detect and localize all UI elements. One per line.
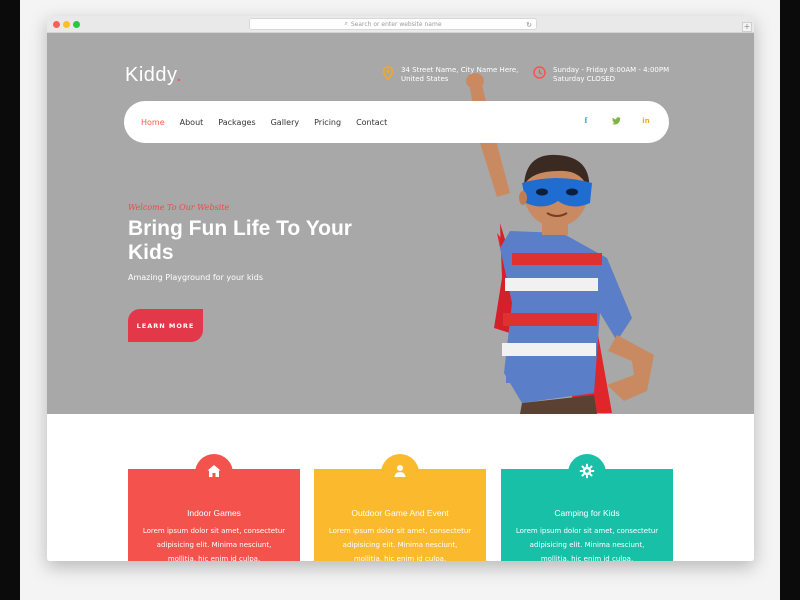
linkedin-icon[interactable]: in (641, 115, 651, 127)
new-tab-button[interactable]: + (742, 22, 752, 32)
hero-welcome-text: Welcome To Our Website (128, 203, 230, 212)
twitter-icon[interactable] (611, 115, 621, 127)
logo-dot: . (176, 64, 183, 86)
maximize-window-button[interactable] (73, 21, 80, 28)
hero-headline: Bring Fun Life To Your Kids (128, 217, 352, 264)
feature-body: Lorem ipsum dolor sit amet, consectetur … (142, 527, 286, 561)
hours-line-2: Saturday CLOSED (553, 75, 616, 83)
social-links: f in (581, 115, 651, 127)
hero-section: Kiddy. 34 Street Name, City Name Here, U… (47, 33, 754, 414)
address-info: 34 Street Name, City Name Here, United S… (382, 66, 518, 84)
map-pin-icon (382, 66, 394, 80)
address-line-2: United States (401, 75, 449, 83)
address-placeholder: Search or enter website name (350, 20, 442, 28)
facebook-icon[interactable]: f (581, 115, 591, 127)
feature-title: Outdoor Game And Event (351, 508, 449, 518)
minimize-window-button[interactable] (63, 21, 70, 28)
feature-title: Camping for Kids (554, 508, 620, 518)
hero-subline: Amazing Playground for your kids (128, 273, 263, 282)
nav-item-about[interactable]: About (180, 118, 204, 127)
address-bar[interactable]: ⌕ Search or enter website name ↻ (249, 18, 537, 30)
feature-card-outdoor-game[interactable]: Outdoor Game And Event Lorem ipsum dolor… (314, 454, 486, 561)
feature-body: Lorem ipsum dolor sit amet, consectetur … (328, 527, 472, 561)
clock-icon (533, 66, 546, 79)
site-logo[interactable]: Kiddy. (125, 64, 182, 87)
hours-line-1: Sunday - Friday 8:00AM - 4:00PM (553, 66, 670, 74)
feature-body: Lorem ipsum dolor sit amet, consectetur … (515, 527, 659, 561)
user-icon (394, 465, 406, 477)
address-line-1: 34 Street Name, City Name Here, (401, 66, 519, 74)
reload-icon[interactable]: ↻ (526, 19, 532, 31)
feature-card-indoor-games[interactable]: Indoor Games Lorem ipsum dolor sit amet,… (128, 454, 300, 561)
learn-more-button[interactable]: LEARN MORE (128, 309, 203, 342)
browser-window: ⌕ Search or enter website name ↻ + Kiddy… (47, 16, 754, 561)
nav-item-gallery[interactable]: Gallery (271, 118, 300, 127)
hours-info: Sunday - Friday 8:00AM - 4:00PM Saturday… (533, 66, 669, 84)
nav-item-home[interactable]: Home (141, 118, 165, 127)
search-icon: ⌕ (344, 20, 348, 27)
main-navbar: Home About Packages Gallery Pricing Cont… (124, 101, 669, 143)
home-icon (207, 465, 221, 477)
logo-text: Kiddy (125, 64, 177, 86)
features-section: Indoor Games Lorem ipsum dolor sit amet,… (47, 414, 754, 561)
nav-item-pricing[interactable]: Pricing (314, 118, 341, 127)
gear-icon (579, 463, 595, 479)
feature-title: Indoor Games (187, 508, 241, 518)
close-window-button[interactable] (53, 21, 60, 28)
browser-toolbar: ⌕ Search or enter website name ↻ + (47, 16, 754, 33)
nav-item-contact[interactable]: Contact (356, 118, 387, 127)
nav-item-packages[interactable]: Packages (218, 118, 255, 127)
feature-card-camping[interactable]: Camping for Kids Lorem ipsum dolor sit a… (501, 454, 673, 561)
